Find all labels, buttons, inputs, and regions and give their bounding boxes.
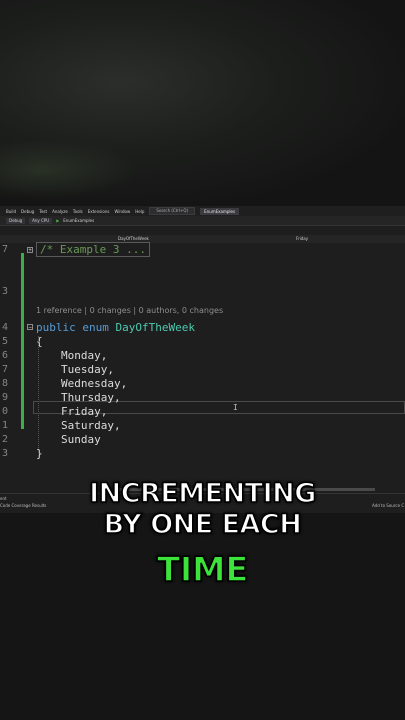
menu-item-test[interactable]: Test [39,209,47,214]
caption-line-3: TIME [156,549,249,591]
codelens-info[interactable]: 1 reference | 0 changes | 0 authors, 0 c… [36,306,223,315]
indent-guide [38,336,40,448]
visual-studio-window: Build Debug Test Analyze Tools Extension… [0,206,405,513]
line-number: 0 [1,406,8,417]
line-number: 6 [1,350,8,361]
line-number: 9 [1,392,8,403]
line-number: 7 [1,364,8,375]
platform-dropdown[interactable]: Any CPU [29,217,53,224]
line-number: 3 [1,286,8,297]
menu-item-extensions[interactable]: Extensions [88,209,110,214]
enum-member: Friday, [61,405,108,418]
line-number: 1 [1,420,8,431]
run-target-button[interactable]: EnumExamples [63,218,94,223]
enum-member: Monday, [61,349,108,362]
enum-member: Sunday [61,433,101,446]
menu-item-build[interactable]: Build [6,209,16,214]
close-brace: } [36,447,43,460]
menu-item-analyze[interactable]: Analyze [52,209,68,214]
line-number: 5 [1,336,8,347]
line-number: 7 [1,244,8,255]
line-number: 2 [1,434,8,445]
enum-member: Thursday, [61,391,121,404]
member-dropdown[interactable]: Friday [296,236,308,241]
line-number: 4 [1,322,8,333]
enum-member: Saturday, [61,419,121,432]
change-tracking-bar [21,253,24,429]
type-dropdown[interactable]: DayOfTheWeek [118,236,149,241]
collapsed-region[interactable]: /* Example 3 ... [36,242,150,257]
search-input[interactable]: Search (Ctrl+Q) [149,207,196,215]
menu-item-help[interactable]: Help [135,209,144,214]
menu-item-tools[interactable]: Tools [73,209,83,214]
text-cursor-icon: I [233,403,238,412]
menu-bar: Build Debug Test Analyze Tools Extension… [0,206,405,216]
solution-name: EnumExamples [200,207,240,215]
blurred-background [0,0,405,206]
enum-member: Wednesday, [61,377,128,390]
line-number: 3 [1,448,8,459]
menu-item-debug[interactable]: Debug [21,209,34,214]
code-editor[interactable]: 7 3 4 5 6 7 8 9 0 1 2 3 + /* Example 3 .… [0,242,405,460]
line-number: 8 [1,378,8,389]
expand-icon[interactable]: + [27,247,33,254]
enum-declaration: public enum DayOfTheWeek [36,321,195,334]
caption-line-2: BY ONE EACH [103,508,303,541]
play-icon[interactable]: ▶ [56,218,59,223]
menu-item-window[interactable]: Window [114,209,130,214]
caption-line-1: INCREMENTING [88,477,317,510]
collapse-icon[interactable]: − [27,324,33,331]
toolbar: Debug Any CPU ▶ EnumExamples [0,216,405,226]
config-dropdown[interactable]: Debug [6,217,26,224]
enum-member: Tuesday, [61,363,114,376]
